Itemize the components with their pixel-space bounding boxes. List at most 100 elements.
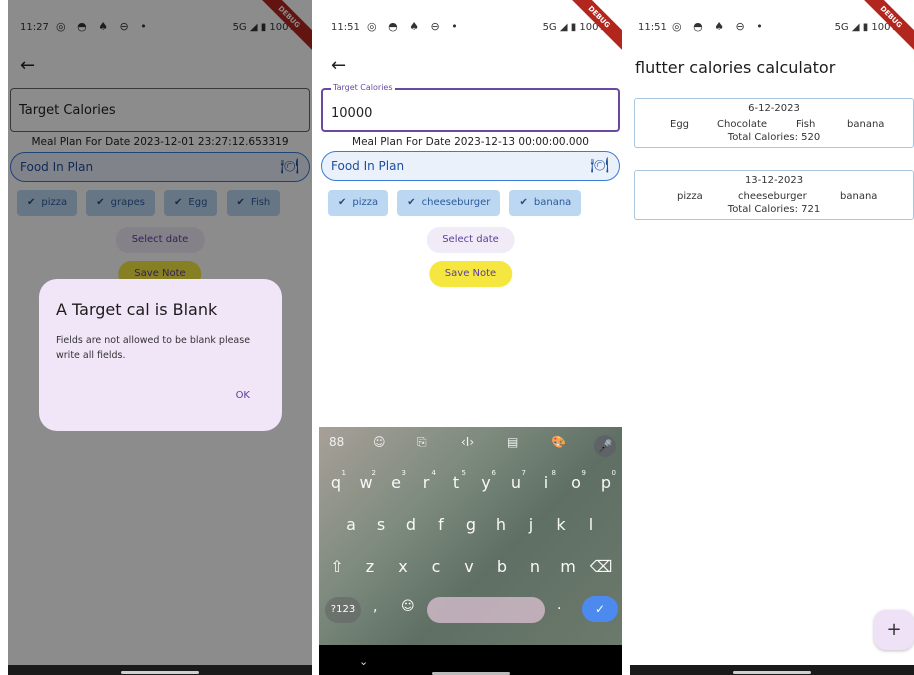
keyboard-key[interactable]: g [457,515,485,534]
keyboard-key[interactable]: a [337,515,365,534]
emoji-icon[interactable]: ☺ [401,599,415,614]
app-title: flutter calories calculator [635,58,836,77]
keyboard-key[interactable]: m [554,557,582,576]
keyboard-key[interactable]: v [455,557,483,576]
food-in-plan-label: Food In Plan [331,159,405,173]
apps-grid-icon[interactable]: 88 [329,435,344,449]
keyboard-key[interactable]: ⌫ [587,557,615,576]
dialog-message: Fields are not allowed to be blank pleas… [56,335,251,361]
keyboard-key-hint: 2 [371,469,376,477]
target-calories-field[interactable]: Target Calories 10000 [321,83,620,132]
keyboard-key[interactable]: h [487,515,515,534]
palette-icon[interactable]: 🎨 [551,435,566,449]
keyboard-row-2: asdfghjkl [319,507,622,545]
card-food-item: banana [840,191,878,202]
keyboard-key[interactable]: e3 [382,469,410,492]
check-icon: ✔ [519,197,528,208]
food-chip[interactable]: ✔ cheeseburger [397,190,501,216]
card-food-item: pizza [677,191,703,202]
sticker-icon[interactable]: ☺ [373,435,386,449]
clipboard-icon[interactable]: ▤ [507,435,518,449]
screen-input: 11:51 ◎ ◓ ♠ ⊖ • 5G ◢ ▮ 100% DEBUG ← Targ… [319,0,622,675]
keyboard-key[interactable]: u7 [502,469,530,492]
keyboard-key-hint: 1 [341,469,346,477]
food-in-plan-dropdown[interactable]: Food In Plan 🍽 [321,151,620,181]
soft-keyboard: 88 ☺ ⎘ ‹I› ▤ 🎨 🎤 q1w2e3r4t5y6u7i8o9p0 as… [319,427,622,645]
nav-bar: ⌄ [319,645,622,675]
home-handle[interactable] [733,671,811,674]
food-icon: 🍽 [589,156,609,174]
keyboard-key[interactable]: r4 [412,469,440,492]
status-bar: 11:51 ◎ ◓ ♠ ⊖ • 5G ◢ ▮ 100% DEBUG [319,0,622,54]
status-bar: 11:51 ◎ ◓ ♠ ⊖ • 5G ◢ ▮ 100% DEBUG [630,0,914,54]
keyboard-row-3: ⇧ z x c v b n m ⌫ [319,549,622,587]
status-time: 11:51 [638,22,667,33]
keyboard-key[interactable]: k [547,515,575,534]
enter-check-icon[interactable]: ✓ [582,596,618,622]
food-chip[interactable]: ✔ banana [509,190,582,216]
meal-plan-card[interactable]: 6-12-2023 Egg Chocolate Fish banana Tota… [634,98,914,148]
screen-dialog: 11:27 ◎ ◓ ♠ ⊖ • 5G ◢ ▮ 100% DEBUG ← Targ… [8,0,312,675]
keyboard-toolbar: 88 ☺ ⎘ ‹I› ▤ 🎨 🎤 [319,427,622,459]
keyboard-key[interactable]: i8 [532,469,560,492]
save-note-button[interactable]: Save Note [428,261,513,287]
card-food-item: banana [847,119,885,130]
comma-key[interactable]: , [373,599,377,615]
keyboard-key-hint: 9 [581,469,586,477]
card-date: 6-12-2023 [748,103,800,114]
period-key[interactable]: . [557,597,561,613]
home-handle[interactable] [121,671,199,674]
check-icon: ✔ [407,197,416,208]
card-food-item: Fish [796,119,816,130]
status-time: 11:51 [331,22,360,33]
meal-plan-date: Meal Plan For Date 2023-12-13 00:00:00.0… [352,136,589,148]
keyboard-key[interactable]: f [427,515,455,534]
status-notification-icons: ◎ ◓ ♠ ⊖ • [672,20,767,33]
card-food-item: cheeseburger [738,191,807,202]
keyboard-row-1: q1w2e3r4t5y6u7i8o9p0 [319,465,622,503]
keyboard-key[interactable]: c [422,557,450,576]
keyboard-key[interactable]: s [367,515,395,534]
status-notification-icons: ◎ ◓ ♠ ⊖ • [367,20,462,33]
keyboard-key[interactable]: z [356,557,384,576]
space-key[interactable] [427,597,545,623]
selected-food-chips: ✔ pizza ✔ cheeseburger ✔ banana [328,190,622,216]
food-chip[interactable]: ✔ pizza [328,190,389,216]
keyboard-key[interactable]: y6 [472,469,500,492]
keyboard-key[interactable]: ⇧ [323,557,351,576]
alert-dialog: A Target cal is Blank Fields are not all… [39,279,282,431]
numbers-key[interactable]: ?123 [325,597,361,623]
mic-icon[interactable]: 🎤 [594,435,616,457]
keyboard-key[interactable]: w2 [352,469,380,492]
hide-keyboard-chevron-icon[interactable]: ⌄ [359,655,368,668]
translate-icon[interactable]: ⎘ [417,435,427,450]
keyboard-key-hint: 5 [461,469,466,477]
keyboard-key[interactable]: p0 [592,469,620,492]
keyboard-key[interactable]: d [397,515,425,534]
card-food-item: Chocolate [717,119,768,130]
select-date-button[interactable]: Select date [426,227,515,253]
card-date: 13-12-2023 [744,175,804,186]
keyboard-key-hint: 8 [551,469,556,477]
keyboard-key[interactable]: j [517,515,545,534]
keyboard-key[interactable]: t5 [442,469,470,492]
keyboard-key[interactable]: o9 [562,469,590,492]
keyboard-key-hint: 7 [521,469,526,477]
dialog-ok-button[interactable]: OK [236,390,250,401]
add-plan-button[interactable]: + [874,610,914,650]
text-cursor-icon[interactable]: ‹I› [461,435,474,449]
back-arrow-icon[interactable]: ← [331,55,346,76]
keyboard-key-hint: 0 [611,469,616,477]
keyboard-key[interactable]: n [521,557,549,576]
target-calories-value: 10000 [331,106,373,121]
card-total-calories: Total Calories: 520 [727,132,821,143]
meal-plan-card[interactable]: 13-12-2023 pizza cheeseburger banana Tot… [634,170,914,220]
keyboard-key[interactable]: q1 [322,469,350,492]
keyboard-key[interactable]: x [389,557,417,576]
keyboard-key[interactable]: l [577,515,605,534]
keyboard-key[interactable]: b [488,557,516,576]
card-food-item: Egg [670,119,690,130]
keyboard-key-hint: 4 [431,469,436,477]
keyboard-row-bottom: ?123 , ☺ . ✓ [319,593,622,625]
target-calories-floating-label: Target Calories [331,83,395,92]
